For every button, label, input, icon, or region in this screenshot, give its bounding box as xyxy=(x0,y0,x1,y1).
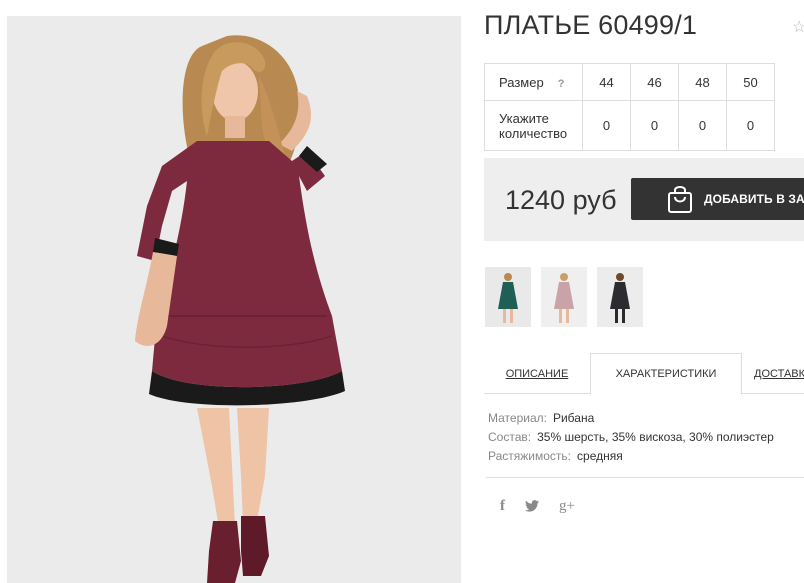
thumbnail-black-dress[interactable] xyxy=(597,267,643,327)
size-44[interactable]: 44 xyxy=(582,63,631,101)
product-title: ПЛАТЬЕ 60499/1 xyxy=(484,10,698,40)
tab-delivery[interactable]: ДОСТАВКА xyxy=(754,353,804,394)
product-tabs: ОПИСАНИЕ ХАРАКТЕРИСТИКИ ДОСТАВКА xyxy=(484,353,804,395)
spec-stretch: Растяжимость: средняя xyxy=(488,447,774,466)
size-label-cell: Размер? xyxy=(484,63,583,101)
dress-model-illustration xyxy=(7,16,461,583)
social-share: f g+ xyxy=(500,498,595,515)
spec-key: Растяжимость: xyxy=(488,449,572,463)
size-quantity-table: Размер? 44 46 48 50 Укажите количество 0… xyxy=(484,63,775,151)
quantity-50-input[interactable]: 0 xyxy=(726,100,775,151)
tab-description[interactable]: ОПИСАНИЕ xyxy=(484,353,590,394)
facebook-icon[interactable]: f xyxy=(500,498,505,515)
add-to-order-button[interactable]: ДОБАВИТЬ В ЗАКАЗ xyxy=(631,178,804,220)
characteristics-list: Материал: Рибана Состав: 35% шерсть, 35% в… xyxy=(488,409,774,466)
size-46[interactable]: 46 xyxy=(630,63,679,101)
quantity-48-input[interactable]: 0 xyxy=(678,100,727,151)
main-product-image[interactable] xyxy=(7,16,461,583)
spec-key: Состав: xyxy=(488,430,532,444)
size-50[interactable]: 50 xyxy=(726,63,775,101)
spec-composition: Состав: 35% шерсть, 35% вискоза, 30% поли… xyxy=(488,428,774,447)
shopping-bag-icon xyxy=(668,186,692,213)
quantity-44-input[interactable]: 0 xyxy=(582,100,631,151)
tab-characteristics[interactable]: ХАРАКТЕРИСТИКИ xyxy=(590,353,742,395)
google-plus-icon[interactable]: g+ xyxy=(559,498,575,515)
spec-key: Материал: xyxy=(488,411,547,425)
divider xyxy=(486,477,804,478)
spec-value: 35% шерсть, 35% вискоза, 30% полиэстер xyxy=(537,430,774,444)
spec-value: средняя xyxy=(577,449,623,463)
thumbnail-green-dress[interactable] xyxy=(485,267,531,327)
size-48[interactable]: 48 xyxy=(678,63,727,101)
thumbnail-pink-dress[interactable] xyxy=(541,267,587,327)
spec-material: Материал: Рибана xyxy=(488,409,774,428)
size-help-icon[interactable]: ? xyxy=(558,78,565,90)
price: 1240 руб xyxy=(505,185,617,215)
add-to-order-label: ДОБАВИТЬ В ЗАКАЗ xyxy=(704,192,804,206)
quantity-46-input[interactable]: 0 xyxy=(630,100,679,151)
quantity-label: Укажите количество xyxy=(484,100,583,151)
twitter-icon[interactable] xyxy=(525,499,539,515)
buy-panel: 1240 руб ДОБАВИТЬ В ЗАКАЗ xyxy=(484,158,804,241)
size-label: Размер xyxy=(499,74,544,90)
thumbnail-strip xyxy=(485,267,653,327)
star-outline-icon[interactable]: ☆ xyxy=(792,17,804,37)
spec-value: Рибана xyxy=(552,411,595,425)
